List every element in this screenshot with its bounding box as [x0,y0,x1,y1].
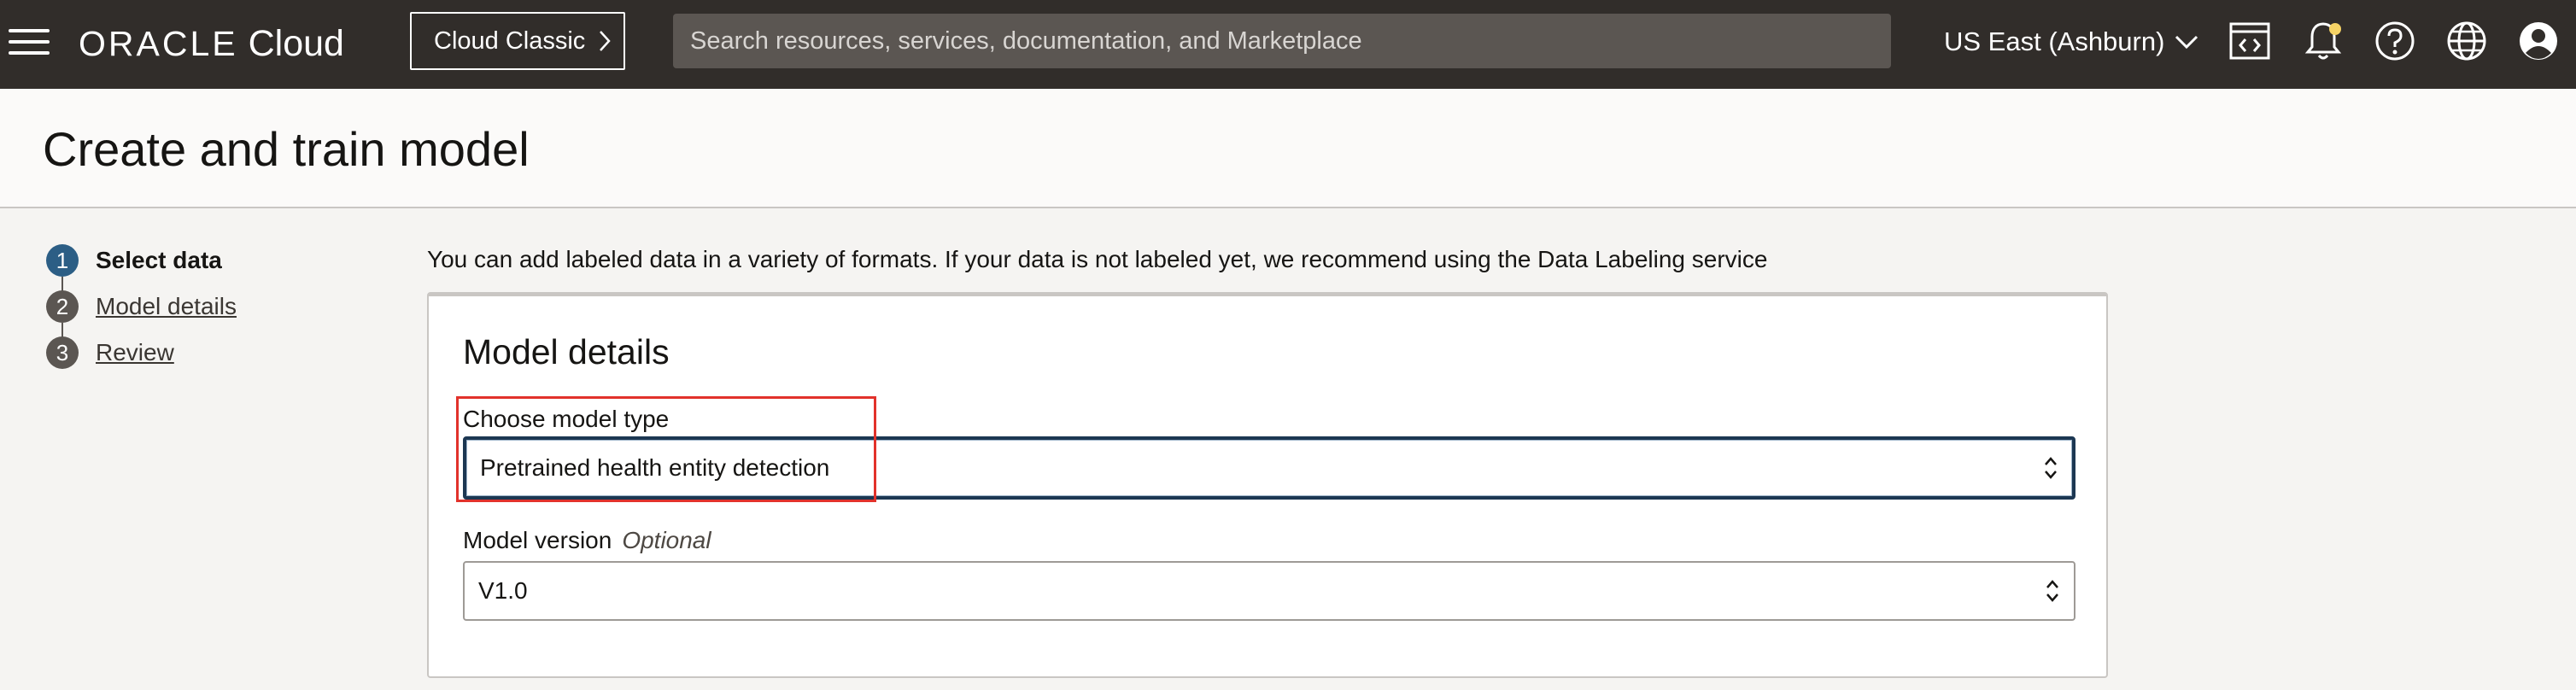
step-link-review[interactable]: Review [96,339,174,366]
page-title: Create and train model [43,122,530,176]
model-type-select[interactable]: Pretrained health entity detection [463,436,2075,500]
step-review[interactable]: 3 Review [46,336,174,369]
model-type-label: Choose model type [463,406,669,433]
step-number: 1 [46,244,79,277]
logo-oracle-text: ORACLE [79,23,238,63]
step-number: 2 [46,290,79,323]
model-version-label-text: Model version [463,527,612,553]
step-select-data: 1 Select data [46,244,222,277]
step-number: 3 [46,336,79,369]
select-arrows-icon [2045,457,2057,479]
model-version-value: V1.0 [478,577,528,604]
oracle-cloud-logo[interactable]: ORACLE Cloud [79,20,344,67]
cloud-classic-label: Cloud Classic [434,26,586,55]
model-type-label-text: Choose model type [463,406,670,432]
region-label: US East (Ashburn) [1944,26,2165,56]
search-bar[interactable] [673,14,1891,68]
chevron-down-icon [2175,35,2198,50]
model-details-card: Model details Choose model type Pretrain… [427,292,2108,678]
logo-cloud-text: Cloud [248,22,344,64]
select-arrows-icon [2046,580,2058,602]
step-model-details[interactable]: 2 Model details [46,290,237,323]
menu-icon[interactable] [9,24,51,61]
code-editor-icon[interactable] [2228,19,2272,63]
search-input[interactable] [688,26,1891,56]
region-selector[interactable]: US East (Ashburn) [1944,20,2198,63]
chevron-right-icon [600,31,611,51]
optional-label: Optional [622,527,711,553]
model-version-label: Model version Optional [463,527,711,554]
globe-icon[interactable] [2444,19,2489,63]
bell-icon[interactable] [2301,19,2345,63]
help-icon[interactable] [2373,19,2417,63]
profile-icon[interactable] [2516,19,2561,63]
top-navigation-bar: ORACLE Cloud Cloud Classic US East (Ashb… [0,0,2576,89]
model-version-select[interactable]: V1.0 [463,561,2075,621]
cloud-classic-button[interactable]: Cloud Classic [410,12,625,70]
card-title: Model details [463,332,670,371]
step-label: Select data [96,247,222,273]
intro-text: You can add labeled data in a variety of… [427,246,1768,272]
model-type-value: Pretrained health entity detection [480,454,830,481]
step-link-model-details[interactable]: Model details [96,293,237,320]
page-header: Create and train model [0,89,2576,208]
